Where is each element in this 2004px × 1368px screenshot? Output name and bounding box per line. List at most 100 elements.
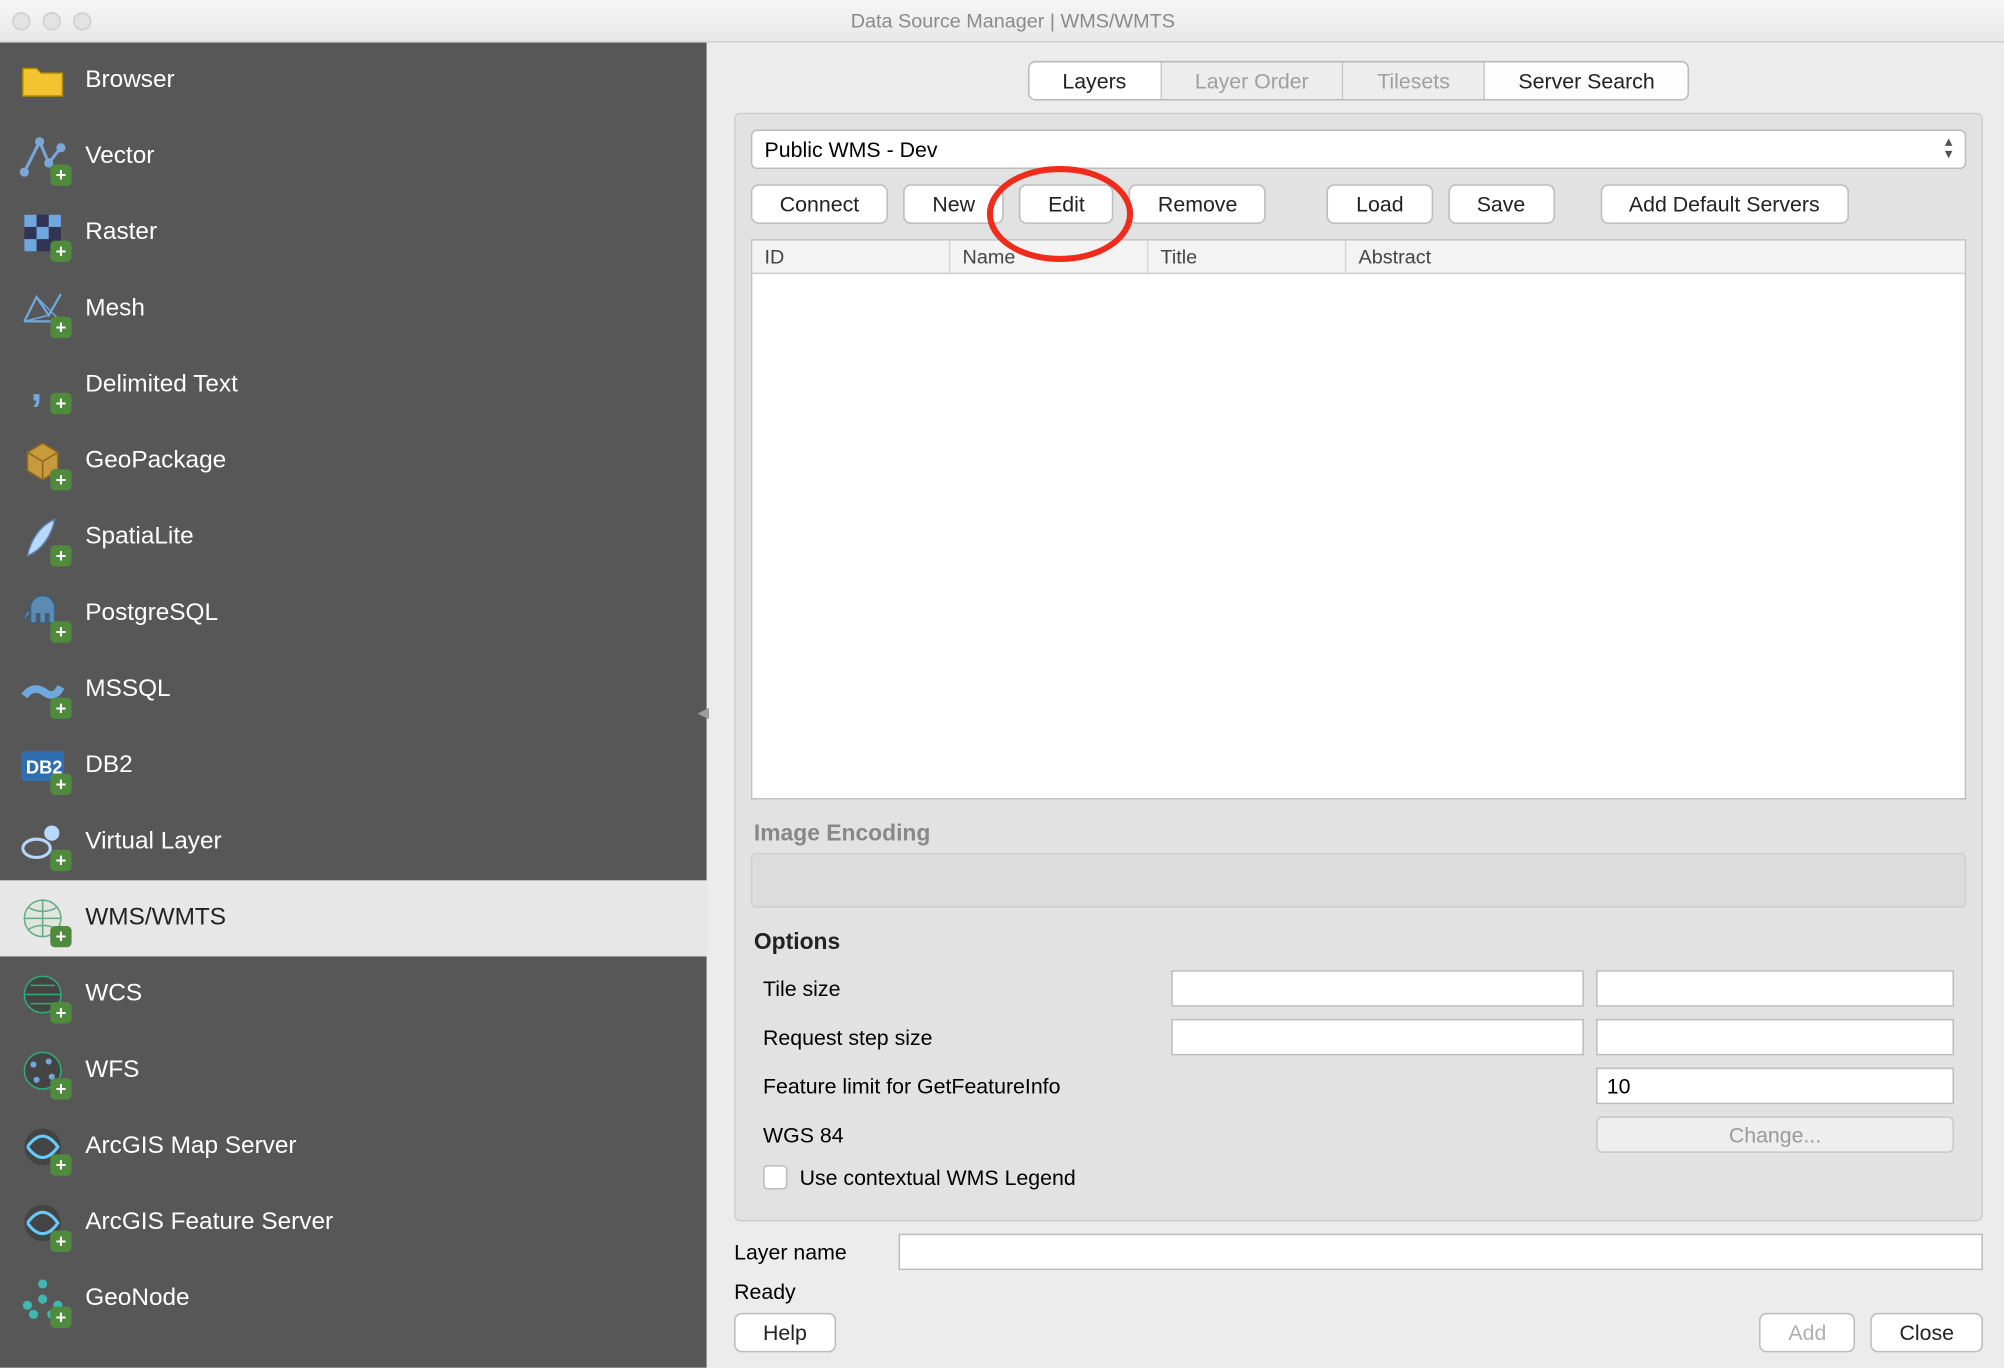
connection-selected: Public WMS - Dev	[765, 137, 938, 161]
image-encoding-box	[751, 853, 1966, 908]
change-crs-button[interactable]: Change...	[1596, 1116, 1954, 1153]
sidebar-item-mssql[interactable]: MSSQL	[0, 652, 707, 728]
mesh-icon	[15, 282, 70, 337]
sidebar-item-delimited-text[interactable]: , Delimited Text	[0, 347, 707, 423]
layers-table-header: IDNameTitleAbstract	[752, 241, 1964, 275]
globe-dots-icon	[15, 1043, 70, 1098]
connection-dropdown[interactable]: Public WMS - Dev ▴▾	[751, 129, 1966, 169]
sidebar-item-vector[interactable]: Vector	[0, 119, 707, 195]
tile-size-label: Tile size	[763, 976, 1159, 1000]
sidebar-item-virtual-layer[interactable]: Virtual Layer	[0, 804, 707, 880]
tile-size-height-input[interactable]	[1596, 970, 1954, 1007]
sidebar-item-browser[interactable]: Browser	[0, 43, 707, 119]
globe-swirl-icon	[15, 1196, 70, 1251]
vector-icon	[15, 129, 70, 184]
column-header-title[interactable]: Title	[1148, 241, 1346, 273]
source-type-sidebar: Browser Vector Raster Mesh, Delimited Text Ge…	[0, 43, 707, 1368]
virtual-icon	[15, 815, 70, 870]
tab-server-search[interactable]: Server Search	[1485, 62, 1688, 99]
connection-buttons-row: Connect New Edit Remove Load Save Add De…	[751, 184, 1966, 224]
sidebar-item-geopackage[interactable]: GeoPackage	[0, 423, 707, 499]
close-window-icon[interactable]	[12, 11, 30, 29]
globe-swirl-icon	[15, 1119, 70, 1174]
mssql-icon	[15, 663, 70, 718]
add-default-servers-button[interactable]: Add Default Servers	[1600, 184, 1849, 224]
column-header-id[interactable]: ID	[752, 241, 950, 273]
tabstrip: LayersLayer OrderTilesetsServer Search	[1027, 61, 1689, 101]
sidebar-item-wcs[interactable]: WCS	[0, 956, 707, 1032]
sidebar-item-label: Delimited Text	[85, 372, 238, 399]
new-button[interactable]: New	[903, 184, 1004, 224]
sidebar-item-label: WMS/WMTS	[85, 905, 226, 932]
window-title: Data Source Manager | WMS/WMTS	[34, 9, 1993, 32]
tile-size-width-input[interactable]	[1171, 970, 1584, 1007]
sidebar-item-arcgis-feature-server[interactable]: ArcGIS Feature Server	[0, 1185, 707, 1261]
sidebar-item-arcgis-map-server[interactable]: ArcGIS Map Server	[0, 1109, 707, 1185]
sidebar-item-wfs[interactable]: WFS	[0, 1033, 707, 1109]
load-button[interactable]: Load	[1327, 184, 1432, 224]
layers-table-body[interactable]	[752, 274, 1964, 798]
sidebar-item-label: WCS	[85, 981, 142, 1008]
sidebar-item-label: ArcGIS Feature Server	[85, 1209, 333, 1236]
sidebar-item-label: DB2	[85, 752, 132, 779]
sidebar-item-label: GeoNode	[85, 1285, 189, 1312]
elephant-icon	[15, 586, 70, 641]
image-encoding-heading: Image Encoding	[751, 815, 1966, 853]
db2-icon: DB2	[15, 739, 70, 794]
feature-limit-input[interactable]	[1596, 1068, 1954, 1105]
layers-table[interactable]: IDNameTitleAbstract	[751, 239, 1966, 799]
sidebar-item-spatialite[interactable]: SpatiaLite	[0, 500, 707, 576]
globe-lines-icon	[15, 967, 70, 1022]
column-header-abstract[interactable]: Abstract	[1346, 241, 1925, 273]
comma-icon: ,	[15, 358, 70, 413]
pane-resize-grip[interactable]: ◀	[698, 705, 713, 720]
step-size-height-input[interactable]	[1596, 1019, 1954, 1056]
sidebar-item-mesh[interactable]: Mesh	[0, 271, 707, 347]
options-section: Options Tile size Request step size	[751, 923, 1966, 1205]
contextual-legend-checkbox[interactable]	[763, 1165, 787, 1189]
connect-button[interactable]: Connect	[751, 184, 888, 224]
feather-icon	[15, 510, 70, 565]
folder-icon	[15, 53, 70, 108]
sidebar-item-label: Vector	[85, 143, 154, 170]
save-button[interactable]: Save	[1448, 184, 1554, 224]
status-text: Ready	[734, 1279, 1983, 1303]
crs-label: WGS 84	[763, 1122, 1584, 1146]
step-size-width-input[interactable]	[1171, 1019, 1584, 1056]
sidebar-item-label: WFS	[85, 1057, 139, 1084]
help-button[interactable]: Help	[734, 1313, 836, 1353]
sidebar-item-label: Virtual Layer	[85, 829, 221, 856]
sidebar-item-geonode[interactable]: GeoNode	[0, 1261, 707, 1337]
sidebar-item-label: SpatiaLite	[85, 524, 193, 551]
main-panel: ◀ LayersLayer OrderTilesetsServer Search…	[707, 43, 2004, 1368]
sidebar-item-raster[interactable]: Raster	[0, 195, 707, 271]
sidebar-item-wms-wmts[interactable]: WMS/WMTS	[0, 880, 707, 956]
image-encoding-section: Image Encoding	[751, 815, 1966, 908]
sidebar-item-label: Raster	[85, 219, 157, 246]
sidebar-item-label: Mesh	[85, 295, 145, 322]
tab-tilesets[interactable]: Tilesets	[1344, 62, 1485, 99]
bottom-area: Layer name Ready Help Add Close	[734, 1234, 1983, 1353]
raster-icon	[15, 206, 70, 261]
contextual-legend-label: Use contextual WMS Legend	[800, 1165, 1076, 1189]
sidebar-item-db2[interactable]: DB2 DB2	[0, 728, 707, 804]
sidebar-item-label: Browser	[85, 67, 174, 94]
sidebar-item-label: PostgreSQL	[85, 600, 218, 627]
remove-button[interactable]: Remove	[1129, 184, 1266, 224]
column-header-name[interactable]: Name	[950, 241, 1148, 273]
options-heading: Options	[751, 923, 1966, 961]
layer-name-input[interactable]	[899, 1234, 1983, 1271]
svg-text:,: ,	[30, 363, 42, 410]
sidebar-item-label: MSSQL	[85, 676, 170, 703]
edit-button[interactable]: Edit	[1019, 184, 1114, 224]
layers-panel: Public WMS - Dev ▴▾ Connect New Edit Rem…	[734, 113, 1983, 1222]
close-button[interactable]: Close	[1871, 1313, 1983, 1353]
tab-layer-order[interactable]: Layer Order	[1161, 62, 1343, 99]
tabs-container: LayersLayer OrderTilesetsServer Search	[734, 61, 1983, 101]
globe-grid-icon	[15, 891, 70, 946]
geopackage-icon	[15, 434, 70, 489]
add-button[interactable]: Add	[1759, 1313, 1855, 1353]
sidebar-item-postgresql[interactable]: PostgreSQL	[0, 576, 707, 652]
tab-layers[interactable]: Layers	[1029, 62, 1162, 99]
window-titlebar: Data Source Manager | WMS/WMTS	[0, 0, 2004, 43]
